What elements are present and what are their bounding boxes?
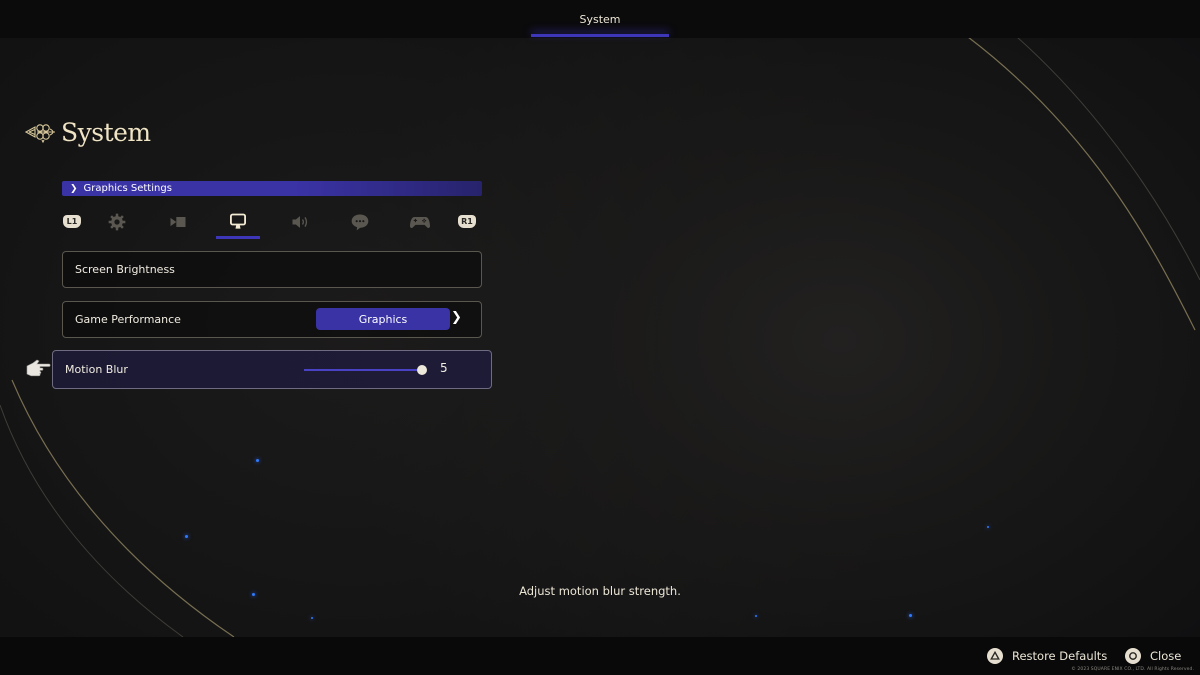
- top-tab-system[interactable]: System: [531, 0, 669, 38]
- setting-motion-blur[interactable]: Motion Blur 5: [52, 350, 492, 389]
- breadcrumb-label: Graphics Settings: [83, 183, 172, 194]
- circle-button-icon: [1125, 648, 1141, 664]
- speaker-icon: [292, 216, 308, 228]
- spark: [256, 459, 259, 462]
- setting-game-performance[interactable]: Game Performance Graphics ❯: [62, 301, 482, 338]
- close-button[interactable]: Close: [1125, 648, 1181, 664]
- spark: [987, 526, 989, 528]
- close-label: Close: [1150, 649, 1182, 663]
- performance-mode-selector[interactable]: Graphics: [316, 308, 450, 330]
- tab-controls[interactable]: [398, 208, 442, 236]
- motion-blur-slider[interactable]: [304, 364, 427, 376]
- help-text: Adjust motion blur strength.: [519, 584, 681, 598]
- spark: [755, 615, 757, 617]
- category-tabs: L1 R1: [62, 206, 482, 240]
- top-nav-bar: System: [0, 0, 1200, 38]
- tab-subtitles[interactable]: [338, 208, 382, 236]
- restore-defaults-label: Restore Defaults: [1012, 649, 1108, 663]
- restore-defaults-button[interactable]: Restore Defaults: [987, 648, 1107, 664]
- setting-label: Screen Brightness: [75, 263, 175, 276]
- tab-graphics[interactable]: [216, 208, 260, 239]
- spark: [185, 535, 188, 538]
- camera-icon: [170, 217, 186, 227]
- spark: [909, 614, 912, 617]
- breadcrumb: ❯ Graphics Settings: [62, 181, 482, 196]
- triangle-button-icon: [987, 648, 1003, 664]
- page-title: System: [61, 117, 151, 147]
- top-tab-label: System: [579, 13, 621, 26]
- copyright-notice: © 2023 SQUARE ENIX CO., LTD. All Rights …: [1071, 667, 1194, 672]
- celtic-knot-ornament-icon: [25, 124, 55, 143]
- slider-knob[interactable]: [417, 365, 427, 375]
- slider-value: 5: [440, 361, 448, 375]
- spark: [311, 617, 313, 619]
- setting-label: Motion Blur: [65, 363, 128, 376]
- l1-button[interactable]: L1: [63, 215, 81, 228]
- tab-general[interactable]: [95, 208, 139, 236]
- gamepad-icon: [410, 217, 430, 229]
- slider-fill: [304, 369, 422, 371]
- setting-screen-brightness[interactable]: Screen Brightness: [62, 251, 482, 288]
- setting-label: Game Performance: [75, 313, 181, 326]
- r1-button[interactable]: R1: [458, 215, 476, 228]
- chevron-right-icon[interactable]: ❯: [451, 310, 462, 325]
- monitor-icon: [230, 213, 246, 229]
- chevron-right-icon: ❯: [70, 183, 78, 194]
- active-tab-indicator: [531, 34, 669, 37]
- page-header: System: [25, 112, 151, 152]
- tab-sound[interactable]: [278, 208, 322, 236]
- tab-camera[interactable]: [156, 208, 200, 236]
- speech-bubble-icon: [351, 214, 369, 231]
- pointing-hand-cursor-icon: [25, 358, 51, 380]
- gear-icon: [108, 213, 126, 231]
- bottom-bar: Restore Defaults Close © 2023 SQUARE ENI…: [0, 637, 1200, 675]
